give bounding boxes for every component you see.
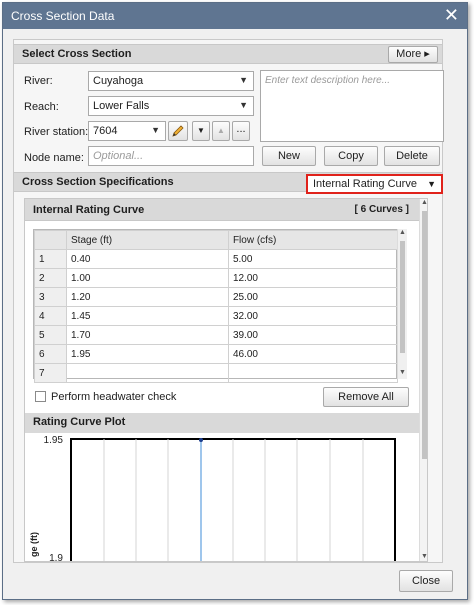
station-up-button[interactable]: ▲ bbox=[212, 121, 230, 141]
row-number: 7 bbox=[34, 363, 67, 383]
reach-label: Reach: bbox=[24, 101, 59, 113]
river-value: Cuyahoga bbox=[93, 75, 144, 87]
reach-dropdown[interactable]: Lower Falls ▼ bbox=[88, 96, 254, 116]
copy-button[interactable]: Copy bbox=[324, 146, 378, 166]
row-number: 5 bbox=[34, 325, 67, 345]
flow-cell[interactable]: 46.00 bbox=[227, 344, 399, 364]
triangle-down-icon[interactable]: ▼ bbox=[398, 369, 407, 379]
row-number: 3 bbox=[34, 287, 67, 307]
table-row[interactable]: 6 1.95 46.00 bbox=[34, 344, 399, 364]
river-station-value: 7604 bbox=[93, 125, 118, 137]
row-number: 1 bbox=[34, 249, 67, 269]
reach-value: Lower Falls bbox=[93, 100, 150, 112]
title-bar: Cross Section Data ✕ bbox=[3, 3, 467, 29]
river-station-dropdown[interactable]: 7604 ▼ bbox=[88, 121, 166, 141]
curve-count-label: [ 6 Curves ] bbox=[354, 204, 409, 215]
row-number: 6 bbox=[34, 344, 67, 364]
node-name-label: Node name: bbox=[24, 152, 84, 164]
stage-cell[interactable]: 1.70 bbox=[66, 325, 229, 345]
river-station-label: River station: bbox=[24, 126, 89, 138]
chevron-down-icon: ▼ bbox=[239, 75, 248, 85]
table-row[interactable]: 7 bbox=[34, 363, 399, 383]
headwater-check-label[interactable]: Perform headwater check bbox=[51, 391, 176, 403]
row-number-header bbox=[34, 230, 67, 250]
node-name-input[interactable]: Optional... bbox=[88, 146, 254, 166]
remove-all-button[interactable]: Remove All bbox=[323, 387, 409, 407]
rating-curve-point bbox=[199, 438, 203, 442]
more-button[interactable]: More ▸ bbox=[388, 46, 438, 63]
stage-cell[interactable]: 1.20 bbox=[66, 287, 229, 307]
panel-scrollbar[interactable]: ▲ ▼ bbox=[419, 199, 427, 561]
internal-rating-curve-header: Internal Rating Curve [ 6 Curves ] bbox=[25, 199, 419, 221]
triangle-up-icon: ▲ bbox=[217, 126, 225, 135]
rating-curve-plot-header: Rating Curve Plot bbox=[25, 413, 419, 433]
stage-cell[interactable]: 1.95 bbox=[66, 344, 229, 364]
y-axis-top-tick: 1.95 bbox=[44, 435, 64, 446]
close-icon[interactable]: ✕ bbox=[444, 5, 459, 26]
close-button[interactable]: Close bbox=[399, 570, 453, 592]
triangle-up-icon[interactable]: ▲ bbox=[398, 229, 407, 239]
chevron-down-icon: ▼ bbox=[239, 100, 248, 110]
pencil-icon bbox=[172, 125, 184, 137]
dialog-body: Select Cross Section More ▸ River: Cuyah… bbox=[13, 39, 444, 563]
flow-cell[interactable]: 39.00 bbox=[227, 325, 399, 345]
description-placeholder: Enter text description here... bbox=[265, 75, 391, 86]
stage-column-header: Stage (ft) bbox=[66, 230, 229, 250]
table-scrollbar[interactable]: ▲ ▼ bbox=[397, 229, 407, 379]
edit-station-button[interactable] bbox=[168, 121, 188, 141]
stage-cell[interactable] bbox=[66, 363, 229, 383]
cross-section-data-window: Cross Section Data ✕ Select Cross Sectio… bbox=[2, 2, 468, 600]
table-row[interactable]: 1 0.40 5.00 bbox=[34, 249, 399, 269]
flow-cell[interactable]: 5.00 bbox=[227, 249, 399, 269]
table-row[interactable]: 2 1.00 12.00 bbox=[34, 268, 399, 288]
internal-rating-curve-title: Internal Rating Curve bbox=[33, 204, 145, 216]
flow-column-header: Flow (cfs) bbox=[227, 230, 399, 250]
table-header-row: Stage (ft) Flow (cfs) bbox=[34, 230, 399, 250]
flow-cell[interactable]: 25.00 bbox=[227, 287, 399, 307]
river-dropdown[interactable]: Cuyahoga ▼ bbox=[88, 71, 254, 91]
rating-curve-table: Stage (ft) Flow (cfs) 1 0.40 5.00 2 1.00… bbox=[33, 229, 399, 383]
flow-cell[interactable] bbox=[227, 363, 399, 383]
rating-curve-plot: 1.95 1.9 ge (ft) bbox=[29, 435, 396, 562]
river-label: River: bbox=[24, 75, 53, 87]
select-cross-section-header: Select Cross Section bbox=[14, 44, 442, 64]
table-scrollbar-thumb[interactable] bbox=[400, 241, 405, 353]
delete-button[interactable]: Delete bbox=[384, 146, 440, 166]
station-browse-button[interactable]: ... bbox=[232, 121, 250, 141]
node-name-placeholder: Optional... bbox=[93, 150, 144, 162]
cross-section-specifications-title: Cross Section Specifications bbox=[22, 176, 174, 188]
panel-scrollbar-thumb[interactable] bbox=[422, 211, 427, 459]
table-row[interactable]: 4 1.45 32.00 bbox=[34, 306, 399, 326]
y-axis-bottom-tick: 1.9 bbox=[49, 553, 63, 562]
description-textarea[interactable]: Enter text description here... bbox=[260, 70, 444, 142]
stage-cell[interactable]: 0.40 bbox=[66, 249, 229, 269]
chevron-down-icon: ▼ bbox=[427, 179, 436, 189]
headwater-check-checkbox[interactable] bbox=[35, 391, 46, 402]
triangle-down-icon[interactable]: ▼ bbox=[420, 553, 427, 561]
rating-curve-panel: Internal Rating Curve [ 6 Curves ] Stage… bbox=[24, 198, 428, 562]
window-title: Cross Section Data bbox=[11, 9, 115, 23]
flow-cell[interactable]: 12.00 bbox=[227, 268, 399, 288]
table-row[interactable]: 3 1.20 25.00 bbox=[34, 287, 399, 307]
table-row[interactable]: 5 1.70 39.00 bbox=[34, 325, 399, 345]
specification-type-value: Internal Rating Curve bbox=[313, 178, 417, 190]
rating-curve-plot-title: Rating Curve Plot bbox=[33, 416, 126, 428]
y-axis-label: ge (ft) bbox=[29, 532, 39, 557]
flow-cell[interactable]: 32.00 bbox=[227, 306, 399, 326]
chevron-down-icon: ▼ bbox=[151, 125, 160, 135]
row-number: 4 bbox=[34, 306, 67, 326]
new-button[interactable]: New bbox=[262, 146, 316, 166]
stage-cell[interactable]: 1.00 bbox=[66, 268, 229, 288]
chevron-down-icon: ▼ bbox=[197, 126, 205, 135]
station-menu-button[interactable]: ▼ bbox=[192, 121, 210, 141]
triangle-up-icon[interactable]: ▲ bbox=[420, 199, 427, 209]
specification-type-dropdown[interactable]: Internal Rating Curve ▼ bbox=[306, 174, 443, 194]
stage-cell[interactable]: 1.45 bbox=[66, 306, 229, 326]
select-cross-section-title: Select Cross Section bbox=[22, 48, 132, 60]
row-number: 2 bbox=[34, 268, 67, 288]
